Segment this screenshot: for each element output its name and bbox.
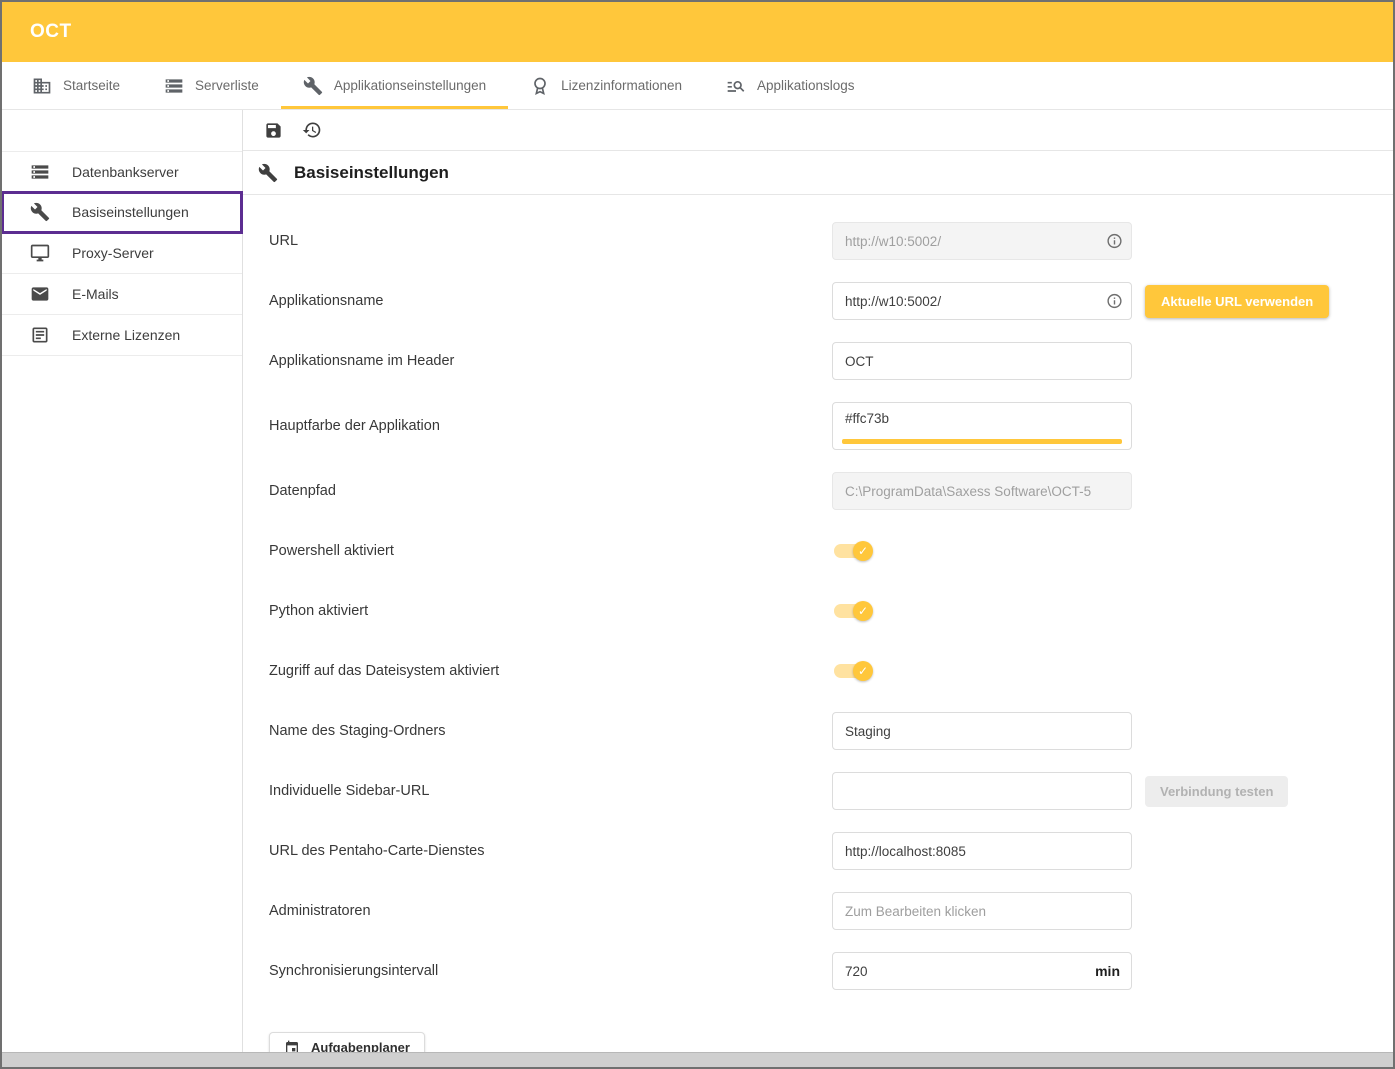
main-panel: Basiseinstellungen URL Applikationsname [243, 110, 1393, 1052]
document-icon [30, 325, 50, 345]
settings-sidebar: Datenbankserver Basiseinstellungen Proxy… [2, 110, 243, 1052]
database-list-icon [30, 162, 50, 182]
applikationsname-input[interactable] [832, 282, 1132, 320]
server-list-icon [164, 76, 184, 96]
app-title: OCT [30, 21, 72, 43]
task-scheduler-button[interactable]: Aufgabenplaner [269, 1032, 425, 1052]
python-toggle[interactable]: ✓ [834, 604, 870, 618]
form-row-pentaho: URL des Pentaho-Carte-Dienstes [269, 832, 1393, 870]
sync-interval-unit: min [1095, 963, 1120, 979]
form-row-hauptfarbe: Hauptfarbe der Applikation [269, 402, 1393, 450]
toggle-check-icon: ✓ [853, 541, 873, 561]
app-window: OCT Startseite Serverliste Applikationse… [0, 0, 1395, 1069]
toolbar [243, 110, 1393, 151]
envelope-icon [30, 284, 50, 304]
tab-label: Applikationslogs [757, 78, 855, 93]
toggle-check-icon: ✓ [853, 601, 873, 621]
staging-folder-input[interactable] [832, 712, 1132, 750]
form-row-applikationsname-header: Applikationsname im Header [269, 342, 1393, 380]
page-title: Basiseinstellungen [294, 163, 449, 183]
field-label-hauptfarbe: Hauptfarbe der Applikation [269, 418, 832, 434]
sidebar-item-label: Basiseinstellungen [72, 204, 189, 220]
form-row-synchronisierung: Synchronisierungsintervall min [269, 952, 1393, 990]
form-row-datenpfad: Datenpfad [269, 472, 1393, 510]
monitor-icon [30, 243, 50, 263]
wrench-icon [30, 202, 50, 222]
powershell-toggle[interactable]: ✓ [834, 544, 870, 558]
test-connection-button: Verbindung testen [1145, 776, 1288, 807]
tab-serverliste[interactable]: Serverliste [142, 62, 281, 109]
info-icon[interactable] [1106, 233, 1123, 250]
field-label-synchronisierung: Synchronisierungsintervall [269, 963, 832, 979]
sidebar-item-label: Datenbankserver [72, 164, 179, 180]
sidebar-item-emails[interactable]: E-Mails [2, 274, 242, 315]
info-icon[interactable] [1106, 293, 1123, 310]
url-input [832, 222, 1132, 260]
save-button[interactable] [264, 121, 283, 140]
field-label-datenpfad: Datenpfad [269, 483, 832, 499]
form-row-applikationsname: Applikationsname Aktuelle URL verwenden [269, 282, 1393, 320]
settings-form: URL Applikationsname [243, 195, 1393, 1052]
sidebar-item-label: Proxy-Server [72, 245, 154, 261]
form-row-powershell: Powershell aktiviert ✓ [269, 532, 1393, 570]
field-label-python: Python aktiviert [269, 603, 832, 619]
administrators-input[interactable] [832, 892, 1132, 930]
wrench-icon [258, 163, 278, 183]
form-row-administratoren: Administratoren [269, 892, 1393, 930]
page-header: Basiseinstellungen [243, 151, 1393, 195]
sidebar-item-externe-lizenzen[interactable]: Externe Lizenzen [2, 315, 242, 356]
wrench-icon [303, 76, 323, 96]
tab-lizenzinformationen[interactable]: Lizenzinformationen [508, 62, 704, 109]
sidebar-item-datenbankserver[interactable]: Datenbankserver [2, 151, 242, 192]
field-label-administratoren: Administratoren [269, 903, 832, 919]
main-nav: Startseite Serverliste Applikationseinst… [2, 62, 1393, 110]
sidebar-item-proxy-server[interactable]: Proxy-Server [2, 233, 242, 274]
data-path-input [832, 472, 1132, 510]
tab-applikationslogs[interactable]: Applikationslogs [704, 62, 877, 109]
form-row-staging: Name des Staging-Ordners [269, 712, 1393, 750]
color-preview-bar [842, 439, 1122, 444]
content-area: Datenbankserver Basiseinstellungen Proxy… [2, 110, 1393, 1052]
field-label-powershell: Powershell aktiviert [269, 543, 832, 559]
task-scheduler-label: Aufgabenplaner [311, 1040, 410, 1052]
use-current-url-button[interactable]: Aktuelle URL verwenden [1145, 285, 1329, 318]
tab-label: Serverliste [195, 78, 259, 93]
header-name-input[interactable] [832, 342, 1132, 380]
sidebar-url-input[interactable] [832, 772, 1132, 810]
log-search-icon [726, 76, 746, 96]
sidebar-item-basiseinstellungen[interactable]: Basiseinstellungen [2, 192, 242, 233]
history-icon [302, 120, 322, 140]
license-badge-icon [530, 76, 550, 96]
form-row-sidebar-url: Individuelle Sidebar-URL Verbindung test… [269, 772, 1393, 810]
tab-label: Applikationseinstellungen [334, 78, 486, 93]
sidebar-item-label: Externe Lizenzen [72, 327, 180, 343]
window-footer [2, 1052, 1393, 1067]
field-label-pentaho: URL des Pentaho-Carte-Dienstes [269, 843, 832, 859]
form-row-python: Python aktiviert ✓ [269, 592, 1393, 630]
pentaho-url-input[interactable] [832, 832, 1132, 870]
app-header: OCT [2, 2, 1393, 62]
field-label-dateisystem: Zugriff auf das Dateisystem aktiviert [269, 663, 832, 679]
tab-startseite[interactable]: Startseite [10, 62, 142, 109]
toggle-check-icon: ✓ [853, 661, 873, 681]
field-label-sidebar-url: Individuelle Sidebar-URL [269, 783, 832, 799]
sidebar-item-label: E-Mails [72, 286, 119, 302]
field-label-applikationsname-header: Applikationsname im Header [269, 353, 832, 369]
save-icon [264, 121, 283, 140]
building-icon [32, 76, 52, 96]
calendar-icon [284, 1040, 300, 1053]
tab-applikationseinstellungen[interactable]: Applikationseinstellungen [281, 62, 508, 109]
tab-label: Startseite [63, 78, 120, 93]
field-label-url: URL [269, 233, 832, 249]
field-label-applikationsname: Applikationsname [269, 293, 832, 309]
form-row-dateisystem: Zugriff auf das Dateisystem aktiviert ✓ [269, 652, 1393, 690]
field-label-staging: Name des Staging-Ordners [269, 723, 832, 739]
reset-history-button[interactable] [302, 120, 322, 140]
sync-interval-input[interactable] [832, 952, 1132, 990]
filesystem-toggle[interactable]: ✓ [834, 664, 870, 678]
tab-label: Lizenzinformationen [561, 78, 682, 93]
form-row-url: URL [269, 222, 1393, 260]
